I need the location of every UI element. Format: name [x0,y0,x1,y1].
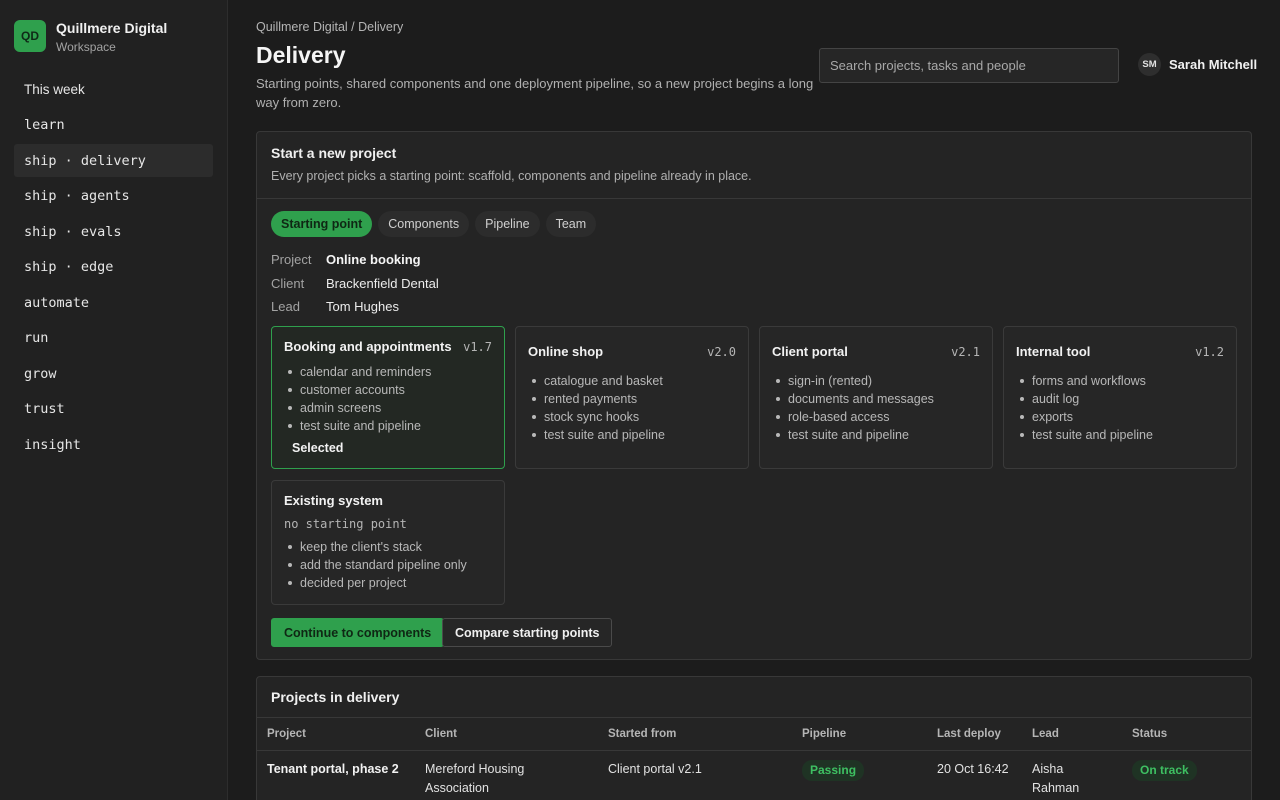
column-header[interactable]: Status [1122,718,1251,751]
column-header[interactable]: Pipeline [792,718,927,751]
starting-point-card-existing[interactable]: Existing system no starting point keep t… [271,480,505,605]
card-title: Client portal [772,344,848,359]
meta-label: Client [271,275,305,291]
brand-logo: QD [14,20,46,52]
new-project-panel: Start a new project Every project picks … [256,131,1252,660]
card-feature: test suite and pipeline [772,426,980,444]
column-header[interactable]: Client [415,718,598,751]
card-feature: catalogue and basket [528,372,736,390]
meta-label: Project [271,252,312,268]
column-header[interactable]: Started from [598,718,792,751]
sidebar-item-learn[interactable]: learn [14,109,213,142]
sidebar-item-ship-delivery[interactable]: ship · delivery [14,144,213,177]
tab-components[interactable]: Components [378,211,470,237]
column-header[interactable]: Project [257,718,415,751]
card-feature: role-based access [772,408,980,426]
breadcrumb[interactable]: Quillmere Digital / Delivery [256,20,403,34]
card-feature: test suite and pipeline [528,426,736,444]
card-version: v1.7 [463,340,492,354]
cell-last-deploy: 20 Oct 16:42 [937,761,1009,776]
step-tabs: Starting point Components Pipeline Team [271,211,602,237]
card-note: no starting point [284,517,407,531]
main-content: Quillmere Digital / Delivery Delivery St… [228,0,1280,800]
sidebar-item-ship-agents[interactable]: ship · agents [14,180,213,213]
sidebar-item-trust[interactable]: trust [14,393,213,426]
starting-point-card-internal-tool[interactable]: Internal tool v1.2 forms and workflows au… [1003,326,1237,469]
card-title: Existing system [284,493,383,508]
card-feature: stock sync hooks [528,408,736,426]
pipeline-badge: Passing [802,759,865,781]
new-project-description: Every project picks a starting point: sc… [271,169,752,183]
sidebar-item-ship-evals[interactable]: ship · evals [14,215,213,248]
meta-label: Lead [271,299,300,315]
sidebar-nav: This week learn ship · delivery ship · a… [14,73,213,464]
projects-table: Project Client Started from Pipeline Las… [257,718,1251,798]
user-menu[interactable]: SM Sarah Mitchell [1138,53,1257,76]
cell-started-from: Client portal v2.1 [608,761,702,776]
continue-to-components-button[interactable]: Continue to components [271,618,445,647]
card-feature: rented payments [528,390,736,408]
card-feature: audit log [1016,390,1224,408]
cell-client: Mereford Housing Association [425,761,525,795]
search-input[interactable] [819,48,1119,83]
status-badge: On track [1132,759,1197,781]
sidebar-item-automate[interactable]: automate [14,286,213,319]
page-title: Delivery [256,42,346,68]
sidebar-item-ship-edge[interactable]: ship · edge [14,251,213,284]
card-feature: documents and messages [772,390,980,408]
table-row[interactable]: Tenant portal, phase 2 Mereford Housing … [257,750,1251,798]
sidebar-item-insight[interactable]: insight [14,428,213,461]
sidebar: QD Quillmere Digital Workspace This week… [0,0,228,800]
cell-project: Tenant portal, phase 2 [267,761,399,776]
new-project-title: Start a new project [271,145,397,161]
card-feature: add the standard pipeline only [284,556,492,574]
meta-lead-value: Tom Hughes [326,299,399,315]
card-version: v2.1 [951,345,980,359]
cell-lead: Aisha Rahman [1032,761,1080,795]
column-header[interactable]: Last deploy [927,718,1022,751]
project-meta: Project Online booking Client Brackenfield… [271,248,439,319]
tab-starting-point[interactable]: Starting point [271,211,373,237]
page-subtitle: Starting points, shared components and o… [256,76,814,110]
card-version: v1.2 [1195,345,1224,359]
starting-point-card-booking[interactable]: Booking and appointments v1.7 calendar an… [271,326,505,469]
meta-project-value: Online booking [326,252,421,268]
column-header[interactable]: Lead [1022,718,1122,751]
card-feature: keep the client's stack [284,538,492,556]
brand-subtitle: Workspace [56,40,116,54]
card-feature: test suite and pipeline [1016,426,1224,444]
card-feature: customer accounts [284,381,492,399]
tab-team[interactable]: Team [545,211,597,237]
cell-status: On track [1122,750,1251,798]
card-feature: decided per project [284,574,492,592]
card-version: v2.0 [707,345,736,359]
starting-point-card-shop[interactable]: Online shop v2.0 catalogue and basket ren… [515,326,749,469]
starting-point-card-portal[interactable]: Client portal v2.1 sign-in (rented) docum… [759,326,993,469]
meta-client-value: Brackenfield Dental [326,275,439,291]
card-title: Internal tool [1016,344,1091,359]
sidebar-item-this-week[interactable]: This week [14,73,213,106]
cell-pipeline: Passing [792,750,927,798]
card-feature: sign-in (rented) [772,372,980,390]
card-title: Online shop [528,344,604,359]
compare-starting-points-button[interactable]: Compare starting points [442,618,613,647]
brand-name: Quillmere Digital [56,20,168,36]
card-title: Booking and appointments [284,339,452,354]
sidebar-item-grow[interactable]: grow [14,357,213,390]
card-feature: calendar and reminders [284,363,492,381]
tab-pipeline[interactable]: Pipeline [475,211,540,237]
user-name: Sarah Mitchell [1169,57,1258,72]
avatar: SM [1138,53,1161,76]
selected-label: Selected [292,441,344,455]
card-feature: test suite and pipeline [284,417,492,435]
projects-title: Projects in delivery [257,677,1251,718]
card-feature: exports [1016,408,1224,426]
card-feature: forms and workflows [1016,372,1224,390]
card-feature: admin screens [284,399,492,417]
brand: QD Quillmere Digital Workspace [14,20,167,55]
sidebar-item-run[interactable]: run [14,322,213,355]
projects-panel: Projects in delivery Project Client Star… [256,676,1252,800]
